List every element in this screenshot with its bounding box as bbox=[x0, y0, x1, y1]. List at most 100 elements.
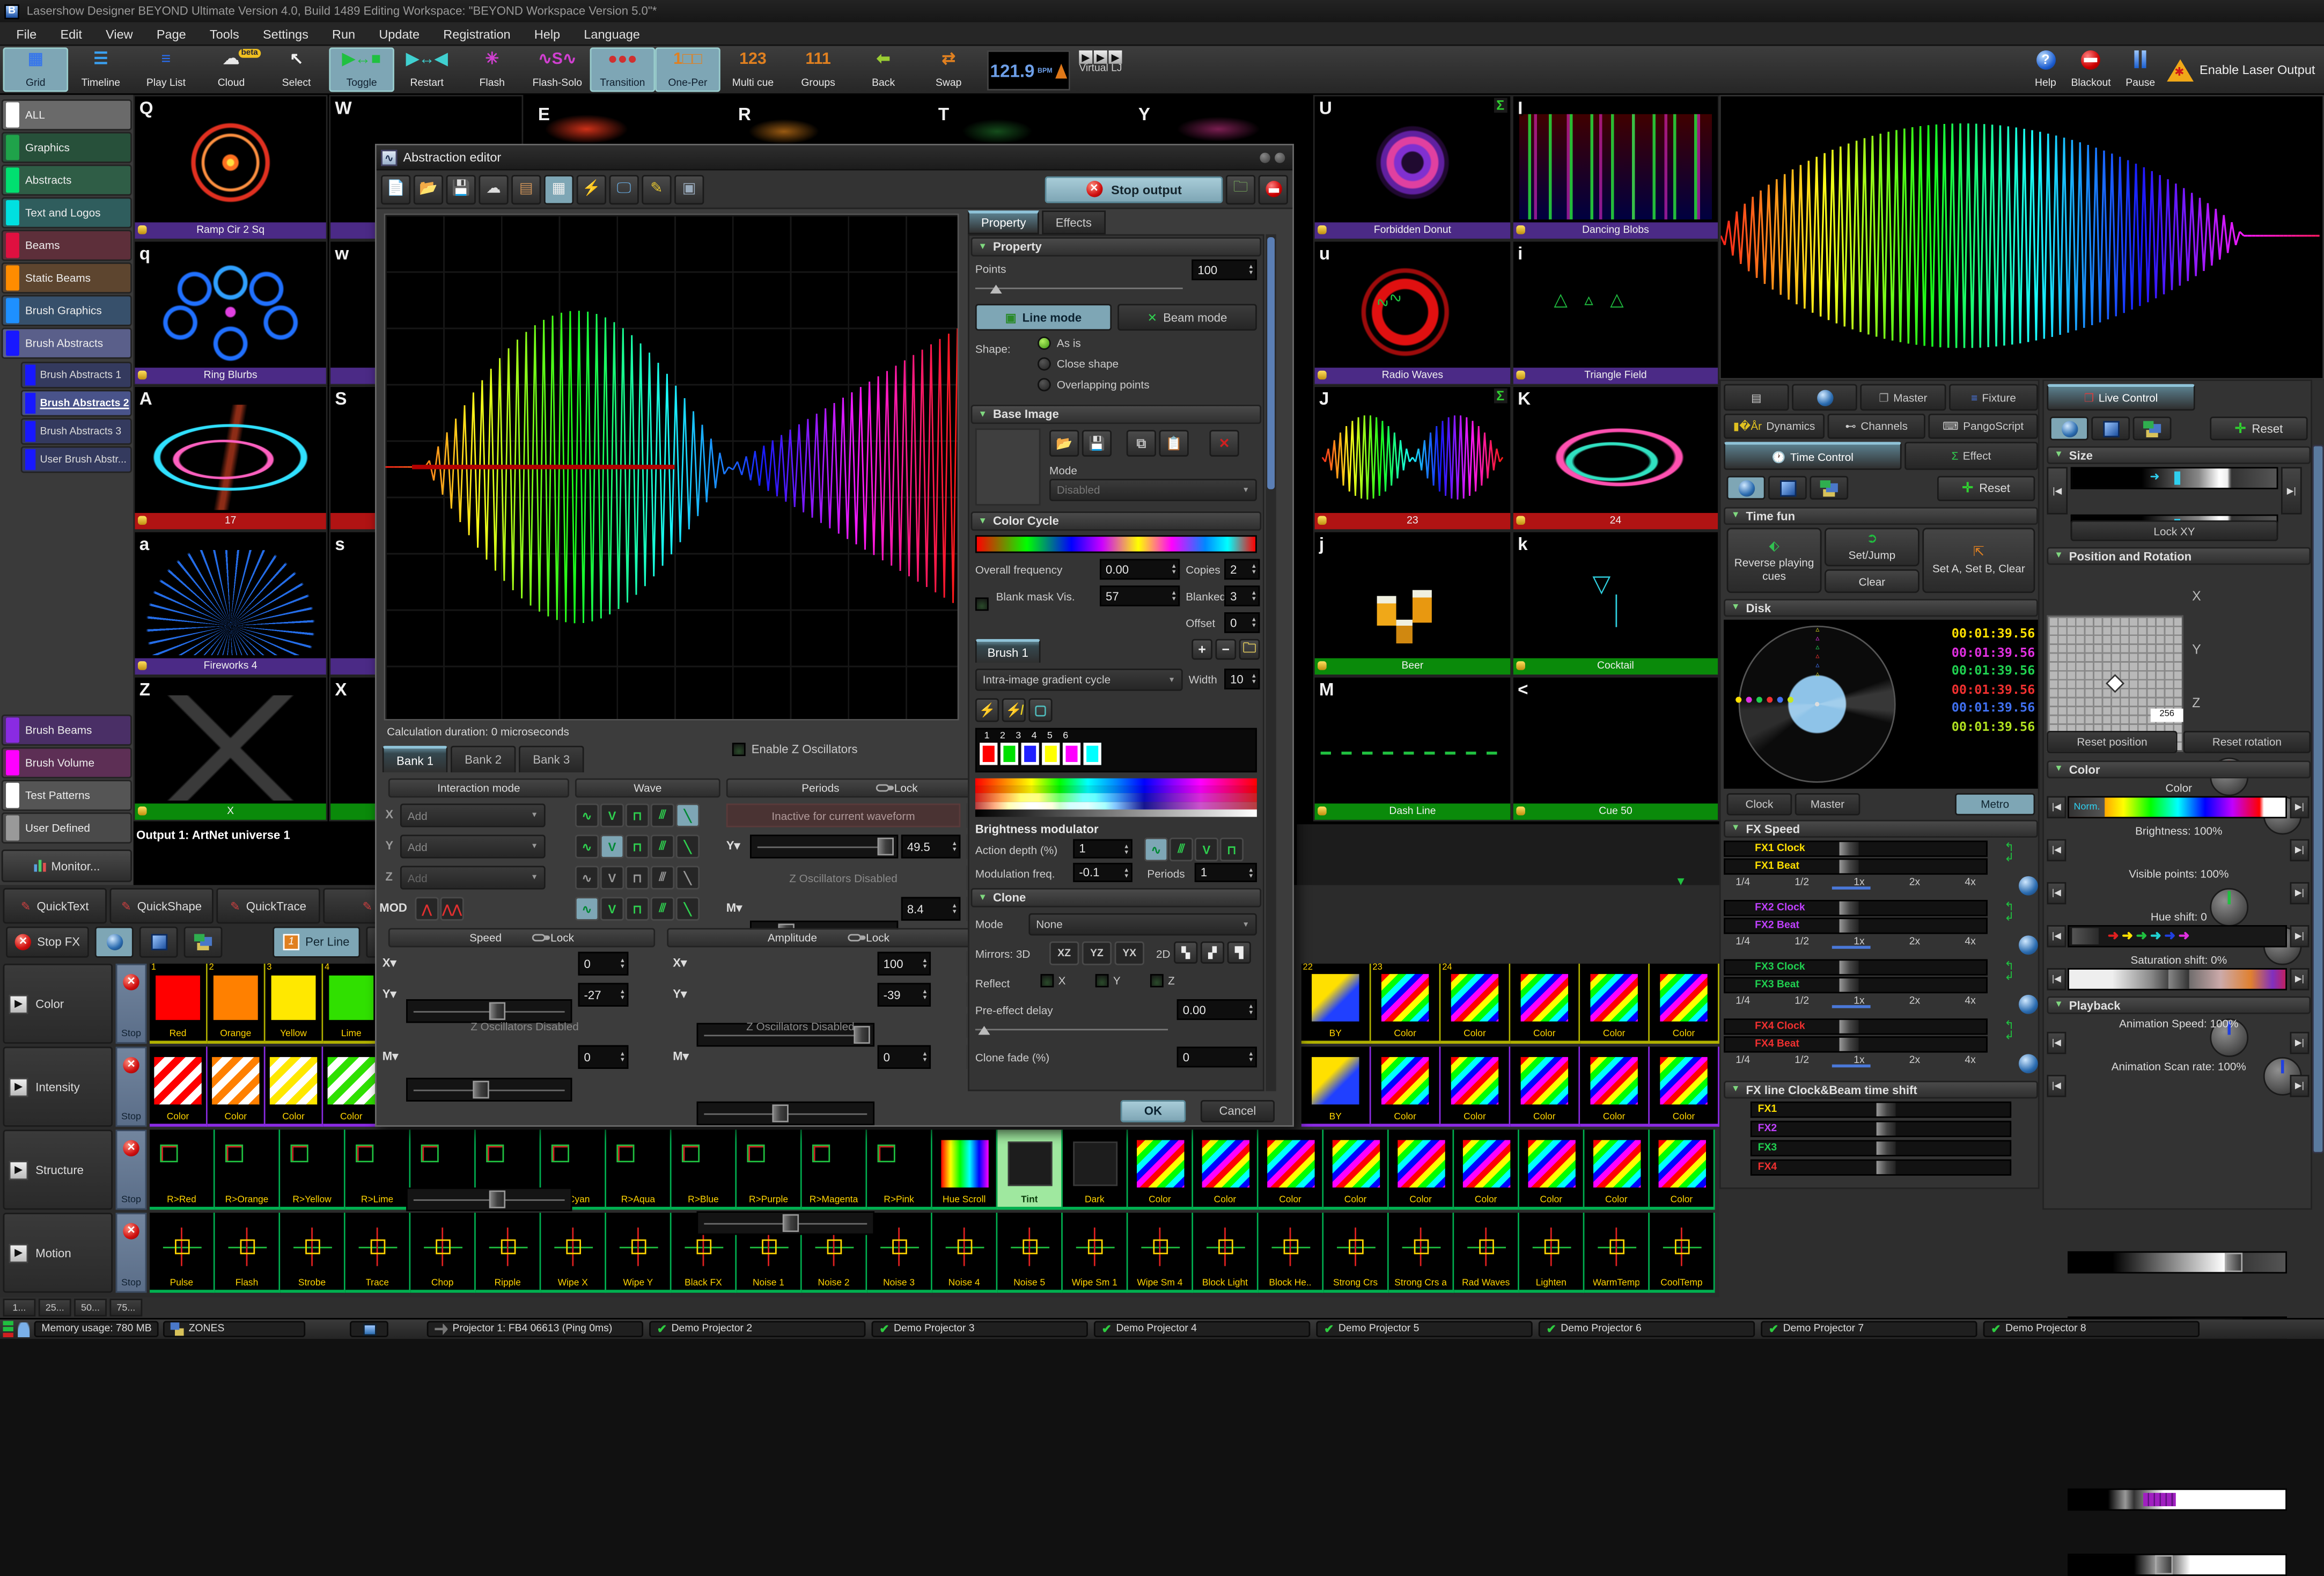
reset-rotation-button[interactable]: Reset rotation bbox=[2183, 731, 2311, 753]
tab-time-control[interactable]: 🕐Time Control bbox=[1724, 442, 1902, 470]
toolbar-button[interactable]: ▦ Grid bbox=[3, 47, 69, 92]
base-image-copy-button[interactable]: ⧉ bbox=[1127, 430, 1156, 457]
toolbar-button[interactable]: ↖ Select bbox=[264, 47, 329, 92]
reset-button[interactable]: ✛Reset bbox=[2210, 416, 2307, 440]
save-button[interactable]: 💾 bbox=[446, 174, 476, 204]
fx-cell[interactable]: Wipe Sm 4 bbox=[1128, 1213, 1193, 1293]
fx-cell[interactable]: Flash bbox=[215, 1213, 281, 1293]
property-panel-scrollbar[interactable] bbox=[1266, 234, 1276, 1091]
tab-channels[interactable]: ⊷Channels bbox=[1828, 414, 1925, 439]
fx-cell[interactable]: Color bbox=[1510, 964, 1580, 1044]
brush-remove-button[interactable]: − bbox=[1215, 639, 1236, 660]
modulation-freq-value[interactable]: -0.1▲▼ bbox=[1073, 863, 1132, 882]
fx-scale[interactable]: 1/41/21x2x4x bbox=[1724, 875, 1988, 890]
brush-frame-button[interactable]: ▢ bbox=[1028, 698, 1052, 722]
animation-speed-slider[interactable] bbox=[2068, 1489, 2287, 1511]
copies-value[interactable]: 2▲▼ bbox=[1224, 559, 1260, 580]
projector-status[interactable]: ✔ Demo Projector 2 bbox=[650, 1321, 866, 1337]
category-item[interactable]: ALL bbox=[2, 99, 132, 130]
base-image-paste-button[interactable]: 📋 bbox=[1159, 430, 1189, 457]
menu-item[interactable]: Help bbox=[524, 23, 570, 44]
fx-beat-slider[interactable]: FX2 Beat bbox=[1724, 918, 1988, 934]
fx-cell[interactable]: Color bbox=[1650, 964, 1719, 1044]
category-item[interactable]: User Defined bbox=[2, 812, 132, 844]
clone-mode-dropdown[interactable]: None▼ bbox=[1028, 913, 1256, 935]
fx-cell[interactable]: Rad Waves bbox=[1454, 1213, 1519, 1293]
shape-radio[interactable]: As is bbox=[1038, 336, 1150, 357]
disk-section-header[interactable]: ▼Disk bbox=[1724, 599, 2038, 617]
brush-folder-button[interactable]: 🗀 bbox=[1239, 639, 1260, 660]
color-slot[interactable] bbox=[1001, 743, 1018, 765]
projector-status[interactable]: ✔ Demo Projector 8 bbox=[1983, 1321, 2200, 1337]
category-item[interactable]: Static Beams bbox=[2, 262, 132, 294]
quick-tab[interactable]: ✎QuickText bbox=[3, 888, 107, 923]
fx-cell[interactable]: 22BY bbox=[1301, 964, 1371, 1044]
reflect-checkbox[interactable]: Z bbox=[1150, 974, 1175, 987]
fx-cell[interactable]: Color bbox=[150, 1047, 208, 1127]
cue-cell[interactable]: a Fireworks 4 bbox=[134, 531, 328, 676]
shape-radio[interactable]: Close shape bbox=[1038, 357, 1150, 378]
globe-mode-button[interactable] bbox=[95, 927, 134, 958]
y-periods-value[interactable]: 49.5▲▼ bbox=[901, 834, 961, 858]
subcategory-item[interactable]: Brush Abstracts 2 bbox=[21, 390, 132, 417]
fx-line-slider[interactable]: FX4 bbox=[1751, 1160, 2011, 1176]
cue-cell[interactable]: i Triangle Field bbox=[1512, 240, 1719, 386]
fx-scale[interactable]: 1/41/21x2x4x bbox=[1724, 934, 1988, 949]
projector-status[interactable]: ✔ Demo Projector 6 bbox=[1539, 1321, 1755, 1337]
mirror-button[interactable]: XZ bbox=[1049, 941, 1079, 965]
toolbar-button[interactable]: ☰ Timeline bbox=[68, 47, 134, 92]
fx-cell[interactable]: Noise 4 bbox=[932, 1213, 998, 1293]
cue-cell[interactable]: < Cue 50 bbox=[1512, 676, 1719, 822]
fx-cell[interactable]: R>Yellow bbox=[280, 1130, 345, 1210]
reflect-checkbox[interactable]: X bbox=[1040, 974, 1065, 987]
lane-intensity-label[interactable]: ▶Intensity bbox=[3, 1047, 113, 1127]
page-tab[interactable]: 25... bbox=[39, 1299, 71, 1316]
fx-cell[interactable]: R>Pink bbox=[867, 1130, 932, 1210]
speed-m-slider[interactable] bbox=[406, 1188, 572, 1211]
fx-cell[interactable]: Trace bbox=[345, 1213, 411, 1293]
cue-cell[interactable]: A 17 bbox=[134, 385, 328, 531]
menu-item[interactable]: File bbox=[6, 23, 47, 44]
lock-xy-button[interactable]: Lock XY bbox=[2071, 521, 2278, 541]
tab-property[interactable]: Property bbox=[968, 210, 1039, 234]
new-file-button[interactable]: 📄 bbox=[381, 174, 410, 204]
enable-z-checkbox[interactable] bbox=[732, 743, 746, 756]
set-ab-clear-button[interactable]: ⇱Set A, Set B, Clear bbox=[1922, 528, 2035, 593]
fx-cell[interactable]: R>Blue bbox=[672, 1130, 737, 1210]
fx-cell[interactable]: Chop bbox=[410, 1213, 476, 1293]
fx-beat-slider[interactable]: FX4 Beat bbox=[1724, 1036, 1988, 1052]
fx-cell[interactable]: Color bbox=[1128, 1130, 1193, 1210]
blanked-value[interactable]: 3▲▼ bbox=[1224, 585, 1260, 606]
brush-lightning-remove-button[interactable]: ⚡̸ bbox=[1002, 698, 1026, 722]
enable-laser-output-button[interactable]: Enable Laser Output bbox=[2167, 47, 2315, 92]
virtual-lj-button[interactable]: ▶▶▶ Virtual LJ bbox=[1076, 47, 1125, 92]
size-section-header[interactable]: ▼Size bbox=[2047, 446, 2311, 464]
toolbar-button[interactable]: ⇄ Swap bbox=[916, 47, 981, 92]
blackout-button[interactable]: Blackout bbox=[2068, 47, 2114, 92]
master-button[interactable]: Master bbox=[1795, 793, 1860, 815]
menu-item[interactable]: Language bbox=[573, 23, 650, 44]
pause-button[interactable]: Pause bbox=[2123, 47, 2158, 92]
monitor-button[interactable]: Monitor... bbox=[2, 849, 132, 882]
projector-status[interactable]: ✔ Demo Projector 7 bbox=[1761, 1321, 1977, 1337]
fx-cell[interactable]: Color bbox=[1650, 1130, 1715, 1210]
fx-line-slider[interactable]: FX2 bbox=[1751, 1121, 2011, 1137]
x-interaction-dropdown[interactable]: Add▼ bbox=[400, 803, 546, 827]
camera-button[interactable]: ▣ bbox=[674, 174, 704, 204]
amp-y-value[interactable]: -39▲▼ bbox=[878, 983, 931, 1007]
cue-cell[interactable]: q Ring Blurbs bbox=[134, 240, 328, 386]
tab-pangoscript[interactable]: ⌨PangoScript bbox=[1928, 414, 2038, 439]
wave-square-button[interactable]: ⊓ bbox=[626, 834, 649, 858]
base-image-save-button[interactable]: 💾 bbox=[1082, 430, 1112, 457]
toolbar-button[interactable]: 111 Groups bbox=[785, 47, 851, 92]
color-settings-button[interactable]: 🗀 bbox=[1226, 174, 1255, 204]
tab-fixture[interactable]: ≡Fixture bbox=[1949, 384, 2038, 411]
fx-clock-slider[interactable]: FX2 Clock bbox=[1724, 900, 1988, 916]
tab-master[interactable]: ❐Master bbox=[1860, 384, 1946, 411]
fx-cell[interactable]: Color bbox=[1440, 1047, 1510, 1127]
square-mode-button[interactable] bbox=[1768, 476, 1807, 500]
fx-cell[interactable]: Color bbox=[1510, 1047, 1580, 1127]
fx-cell[interactable]: 24Color bbox=[1440, 964, 1510, 1044]
points-value[interactable]: 100▲▼ bbox=[1192, 259, 1257, 280]
wave-sine-button[interactable]: ∿ bbox=[575, 834, 599, 858]
